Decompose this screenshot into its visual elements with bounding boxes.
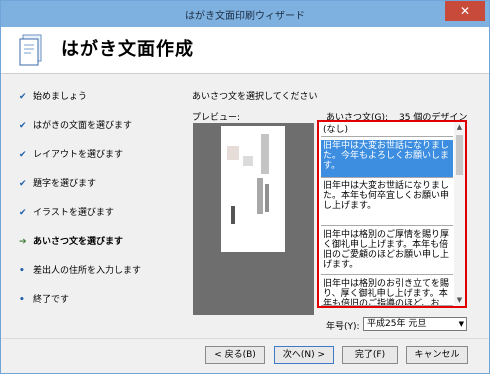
step-layout: ✔ レイアウトを選びます [19,150,124,160]
check-icon: ✔ [19,92,27,102]
instruction-text: あいさつ文を選択してください [192,92,318,102]
footer-divider [1,338,489,339]
chevron-down-icon: ▼ [458,320,464,328]
sender-text-thumb [231,206,235,224]
page-title: はがき文面作成 [61,39,194,60]
next-button[interactable]: 次へ(N) > [274,346,334,364]
year-value: 平成25年 元旦 [367,319,427,329]
cancel-button[interactable]: キャンセル [406,346,468,364]
highlight-frame [317,120,467,308]
wizard-steps: ✔ 始めましょう ✔ はがきの文面を選びます ✔ レイアウトを選びます ✔ 題字を選びま… [1,74,184,338]
step-title-text: ✔ 題字を選びます [19,179,97,189]
arrow-right-icon: ➔ [19,237,27,247]
postcard-icon [19,34,42,66]
step-sender-address: • 差出人の住所を入力します [19,266,142,276]
bullet-icon: • [19,295,25,305]
step-card-face: ✔ はがきの文面を選びます [19,121,133,131]
finish-button[interactable]: 完了(F) [342,346,398,364]
step-greeting: ➔ あいさつ文を選びます [19,237,124,247]
back-button[interactable]: < 戻る(B) [205,346,265,364]
step-start: ✔ 始めましょう [19,92,88,102]
preview-label: プレビュー: [192,113,241,123]
title-text-thumb [261,134,269,174]
bullet-icon: • [19,266,25,276]
title-bar[interactable]: はがき文面印刷ウィザード ✕ [1,1,489,27]
check-icon: ✔ [19,208,27,218]
check-icon: ✔ [19,150,27,160]
postcard-preview [221,126,285,252]
wizard-window: はがき文面印刷ウィザード ✕ はがき文面作成 ✔ 始めましょう ✔ はがきの文面を選… [0,0,490,374]
step-illustration: ✔ イラストを選びます [19,208,114,218]
check-icon: ✔ [19,121,27,131]
step-finish: • 終了です [19,295,70,305]
close-button[interactable]: ✕ [445,1,485,21]
illustration-thumb [243,156,253,166]
illustration-thumb [227,146,239,160]
check-icon: ✔ [19,179,27,189]
window-title: はがき文面印刷ウィザード [185,11,305,22]
greeting-text-thumb [265,184,269,212]
year-label: 年号(Y): [326,322,360,332]
greeting-text-thumb [257,178,263,214]
year-dropdown[interactable]: 平成25年 元旦 ▼ [363,317,467,331]
header-panel: はがき文面作成 [1,27,489,74]
